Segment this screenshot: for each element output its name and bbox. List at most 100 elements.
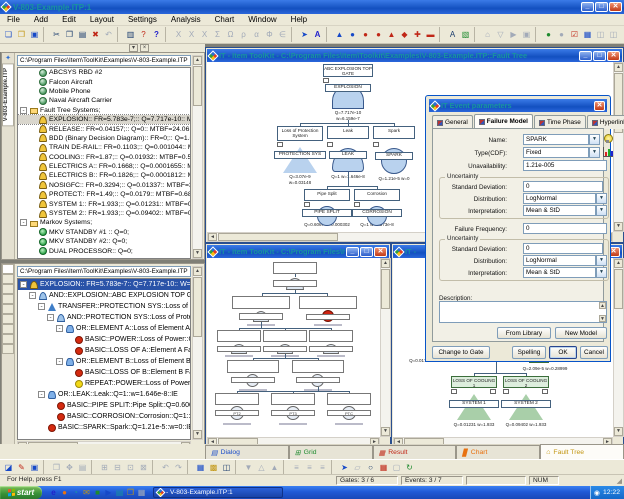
tree-row[interactable]: SYSTEM 1:: FR=1.933;:: Q=0.01231:: MTBF=… [18, 199, 190, 208]
save-icon[interactable]: ▣ [28, 27, 41, 42]
ft-node-name[interactable]: CORROSION [352, 209, 402, 217]
tree-row[interactable]: MKV STANDBY #1 :: Q=0; [18, 228, 190, 237]
taskbar-task-button[interactable]: - V-803-Example.ITP:1 [153, 487, 283, 498]
document-tab[interactable]: ▊Chart [456, 445, 540, 459]
project-tree-scrollbar[interactable]: ▲ ▼ [192, 55, 203, 259]
window-vscrollbar[interactable]: ▲ ▼ [613, 258, 624, 437]
zoom2-icon[interactable]: ○ [364, 460, 377, 475]
fit-icon[interactable]: ⊡ [124, 460, 137, 475]
quicklaunch-media-icon[interactable]: ▶ [103, 487, 114, 498]
tree-row[interactable]: - Markov Systems; [18, 218, 190, 227]
expander-icon[interactable]: - [56, 358, 63, 365]
from-library-button[interactable]: From Library [497, 327, 551, 339]
new-model-button[interactable]: New Model [555, 327, 607, 339]
minimize-button[interactable]: _ [579, 51, 592, 61]
event-dash-icon[interactable]: ▬ [424, 27, 437, 42]
fault-tree-path-field[interactable]: C:\Program Files\Item\ToolKit\Examples\V… [17, 266, 191, 277]
ft3-node-desc[interactable]: LOSS OF COOLING 2 [503, 376, 549, 388]
scroll-left-icon[interactable]: ◄ [208, 233, 217, 241]
toolbar-button[interactable] [235, 460, 240, 475]
open-icon[interactable]: ❒ [15, 27, 28, 42]
page-icon[interactable]: ❒ [50, 460, 63, 475]
window-vscrollbar[interactable]: ▲ ▼ [380, 258, 391, 437]
paste-icon[interactable]: ▤ [76, 27, 89, 42]
dialog-tab[interactable]: Failure Model [474, 114, 533, 128]
module-tab[interactable] [2, 334, 14, 344]
toolbar-button[interactable] [43, 27, 48, 42]
scroll-down-icon[interactable]: ▼ [193, 249, 202, 258]
highlight-icon[interactable]: ▩ [207, 460, 220, 475]
toolbar-button[interactable] [152, 460, 157, 475]
tree-row[interactable]: PROTECT:: FR=1.49;:: Q=0.0179:: MTBF=0.6… [18, 190, 190, 199]
window-vscrollbar[interactable]: ▲ ▼ [613, 62, 624, 232]
level-up-icon[interactable]: ▲ [268, 460, 281, 475]
expander-icon[interactable]: - [38, 303, 45, 310]
scroll-up-icon[interactable]: ▲ [614, 63, 623, 72]
tree-row[interactable]: - Fault Tree Systems; [18, 106, 190, 115]
toolbar-button[interactable] [43, 460, 48, 475]
document-tab[interactable]: ▤Dialog [205, 445, 289, 459]
menu-item[interactable]: Settings [121, 14, 164, 26]
stack-icon-2[interactable]: ≡ [303, 460, 316, 475]
move-icon[interactable]: ✥ [63, 460, 76, 475]
ft2-node-name[interactable]: PTC [327, 410, 371, 416]
module-tab[interactable] [2, 264, 14, 274]
tree-row[interactable]: COOLING:: FR=1.87;:: Q=0.01932:: MTBF=0.… [18, 153, 190, 162]
ft-node-desc[interactable]: Corrosion [354, 189, 400, 201]
event-plus-icon[interactable]: ✚ [411, 27, 424, 42]
toolbar-button[interactable] [439, 27, 444, 42]
analysis-icon-2[interactable]: X [185, 27, 198, 42]
change-to-gate-button[interactable]: Change to Gate [432, 346, 490, 359]
picture-tool-icon[interactable]: ▧ [459, 27, 472, 42]
check-icon[interactable]: ☑ [568, 27, 581, 42]
scroll-up-icon[interactable]: ▲ [193, 56, 202, 65]
tree-row[interactable]: ELECTRICS B:: FR=0.1826;:: Q=0.0001812::… [18, 171, 190, 180]
quicklaunch-app2-icon[interactable]: ▤ [114, 487, 125, 498]
toolbar-button[interactable] [474, 27, 479, 42]
minimize-button[interactable]: _ [346, 247, 359, 257]
close-button[interactable]: ✕ [609, 2, 622, 12]
tree-row[interactable]: - OR::ELEMENT A::Loss of Element A::Q=0.… [18, 323, 190, 334]
menu-item[interactable]: Help [284, 14, 314, 26]
chevron-down-icon[interactable]: ▼ [589, 134, 600, 145]
name-combobox[interactable]: SPARK [523, 134, 589, 145]
tree-row[interactable]: - TRANSFER::PROTECTION SYS::Loss of Prot… [18, 301, 190, 312]
ft3-node-desc[interactable]: LOSS OF COOLING 1 [451, 376, 497, 388]
toolbar-button[interactable] [535, 27, 540, 42]
tree-row[interactable]: BASIC::LOSS OF B::Element B Fails::Q=0.0… [18, 367, 190, 378]
interpretation-combobox[interactable]: Mean & StD [523, 205, 596, 216]
menu-item[interactable]: Window [241, 14, 283, 26]
grid-toggle-icon[interactable]: ▦ [194, 460, 207, 475]
fault-tree-canvas-2[interactable]: PT2 PT3 PTC [207, 258, 380, 437]
maximize-button[interactable]: □ [595, 2, 608, 12]
fault-tree-vscrollbar[interactable]: ▲ ▼ [192, 266, 203, 440]
dialog-tab[interactable]: General [432, 115, 473, 129]
ft-node-name[interactable]: EXPLOSION [325, 84, 371, 92]
scroll-up-icon[interactable]: ▲ [599, 302, 606, 309]
ft3-node-name[interactable]: SYSTEM 1 [449, 400, 499, 408]
toolbar-button[interactable] [165, 27, 170, 42]
maximize-button[interactable]: □ [593, 51, 606, 61]
module-tab[interactable] [2, 304, 14, 314]
quicklaunch-folder-icon[interactable]: ❒ [125, 487, 136, 498]
tree-row[interactable]: - AND::EXPLOSION::ABC EXPLOSION TOP GATE… [18, 290, 190, 301]
quicklaunch-firefox-icon[interactable]: ● [59, 487, 70, 498]
dialog-tab[interactable]: Hyperlinks [587, 115, 624, 129]
module-tab[interactable] [2, 324, 14, 334]
maximize-button[interactable]: □ [360, 247, 373, 257]
module-tab[interactable] [2, 314, 14, 324]
delete-icon[interactable]: ✖ [89, 27, 102, 42]
project-vertical-tab[interactable]: V-803-Example.ITP [2, 63, 14, 126]
tree-row[interactable]: MKV STANDBY #2:: Q=0; [18, 237, 190, 246]
scroll-thumb[interactable] [193, 66, 202, 106]
analysis-icon-8[interactable]: Φ [263, 27, 276, 42]
layout-icon[interactable]: ▤ [76, 460, 89, 475]
quicklaunch-globe-icon[interactable]: ◔ [70, 487, 81, 498]
tree-row[interactable]: BDD (Binary Decision Diagram):: FR=0;:: … [18, 134, 190, 143]
resize-grip-icon[interactable]: ◢ [617, 477, 622, 485]
status-gray-icon[interactable]: ● [555, 27, 568, 42]
tree-row[interactable]: Naval Aircraft Carrier [18, 96, 190, 105]
align-icon-4[interactable]: ▣ [520, 27, 533, 42]
interpretation-combobox[interactable]: Mean & StD [523, 267, 596, 278]
align-icon-3[interactable]: ▶ [507, 27, 520, 42]
